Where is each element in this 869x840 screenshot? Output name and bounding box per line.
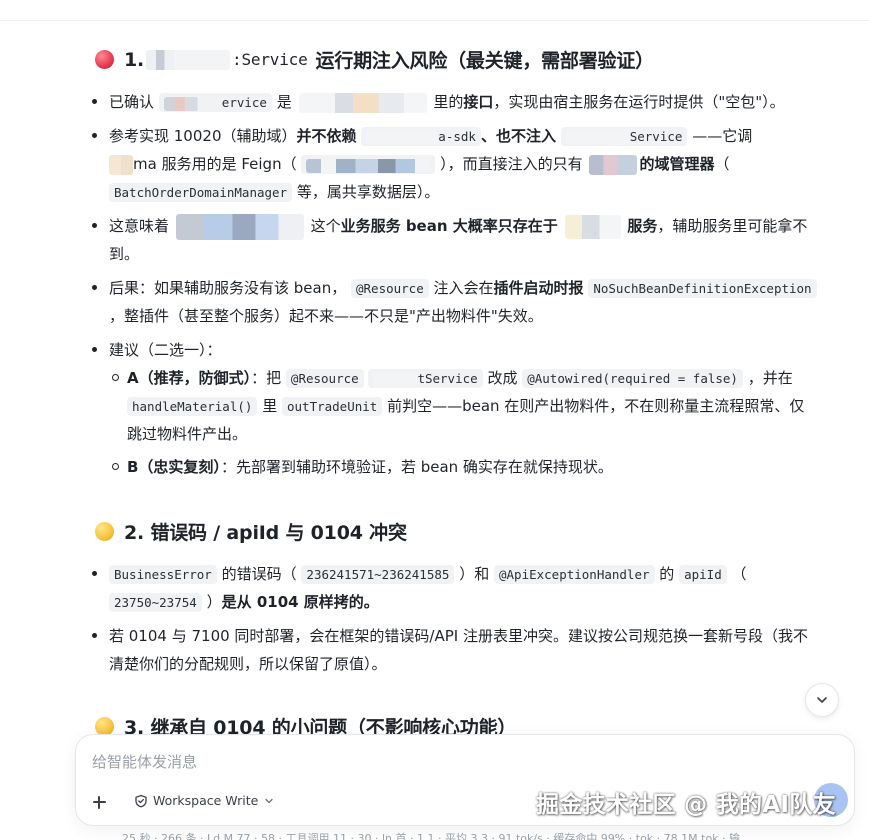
inline-code: outTradeUnit — [282, 397, 383, 416]
list-item-continued: 清楚你们的分配规则，所以保留了原值）。 — [109, 655, 387, 673]
bullet — [92, 571, 97, 576]
list-item-continued: BatchOrderDomainManager 等，属共享数据层）。 — [109, 178, 439, 207]
list-item: 已确认 ervice 是 里的接口，实现由宿主服务在运行时提供（"空包"）。 — [109, 92, 785, 113]
mode-label: Workspace Write — [153, 793, 259, 808]
redacted-text — [298, 92, 427, 113]
list-item: BusinessError 的错误码（ 236241571~236241585 … — [109, 560, 747, 589]
list-item: 这意味着 这个业务服务 bean 大概率只存在于 服务，辅助服务里可能拿不 — [109, 212, 807, 240]
redacted-text — [366, 130, 439, 145]
redacted-text — [146, 49, 231, 70]
inline-code: tService — [368, 369, 483, 388]
list-item-continued: ，整插件（甚至整个服务）起不来——不只是"产出物料件"失效。 — [109, 307, 543, 325]
redacted-text — [565, 130, 630, 145]
add-attachment-button[interactable] — [88, 791, 110, 813]
inline-code: BusinessError — [109, 565, 217, 584]
bullet — [92, 633, 97, 638]
inline-code: @Autowired(required = false) — [522, 369, 743, 388]
list-item: 建议（二选一）： — [109, 341, 222, 359]
redacted-text — [175, 213, 304, 240]
workspace-mode-dropdown[interactable]: Workspace Write — [134, 793, 274, 808]
inline-code: @ApiExceptionHandler — [494, 565, 655, 584]
list-item: 若 0104 与 7100 同时部署，会在框架的错误码/API 注册表里冲突。建… — [109, 627, 808, 645]
inline-code: @Resource — [351, 279, 429, 298]
message-input[interactable]: 给智能体发消息 — [92, 751, 197, 772]
section-3-heading: 3. 继承自 0104 的小问题（不影响核心功能） — [95, 713, 516, 736]
sub-list-item: A（推荐，防御式）：把 @Resource tService 改成 @Autow… — [127, 369, 793, 388]
inline-code: handleMaterial() — [127, 397, 258, 416]
redacted-text — [306, 158, 431, 173]
sub-list-item-continued: handleMaterial() 里 outTradeUnit 前判空——bea… — [127, 392, 804, 421]
redacted-text — [109, 154, 133, 175]
bullet — [92, 99, 97, 104]
list-item: 参考实现 10020（辅助域）并不依赖 a-sdk 、也不注入 Service —… — [109, 127, 753, 146]
scroll-to-bottom-button[interactable] — [805, 683, 839, 717]
inline-code: BatchOrderDomainManager — [109, 183, 293, 202]
redacted-text — [589, 154, 638, 175]
bullet — [92, 285, 97, 290]
inline-code: apiId — [679, 565, 727, 584]
sub-bullet — [112, 374, 119, 381]
list-item-continued: ma 服务用的是 Feign（ ），而直接注入的只有 的域管理器（ — [109, 150, 729, 179]
status-footer: 25 秒 · 266 条 · Ld M 77 · 58 · 工具调用 11 · … — [122, 832, 741, 840]
shield-icon — [135, 794, 147, 807]
yellow-circle-icon — [95, 522, 114, 541]
inline-code: @Resource — [285, 369, 364, 388]
section-2-heading: 2. 错误码 / apiId 与 0104 冲突 — [95, 518, 407, 545]
redacted-text — [564, 214, 621, 239]
redacted-text — [373, 372, 418, 387]
bullet — [92, 133, 97, 138]
bullet — [92, 347, 97, 352]
chevron-down-icon — [817, 697, 827, 703]
inline-code: 236241571~236241585 — [301, 565, 455, 584]
inline-code: ervice — [158, 93, 272, 112]
inline-code: NoSuchBeanDefinitionException — [588, 279, 817, 298]
section-1-heading: 1. :Service 运行期注入风险（最关键，需部署验证） — [95, 46, 654, 73]
inline-code — [301, 155, 436, 174]
inline-code: Service — [560, 127, 688, 146]
bullet — [92, 223, 97, 228]
watermark: 掘金技术社区 @ 我的AI队友 — [536, 792, 836, 818]
sub-list-item-continued: 跳过物料件产出。 — [127, 425, 248, 443]
list-item: 后果：如果辅助服务没有该 bean， @Resource 注入会在插件启动时报 … — [109, 274, 817, 303]
chevron-down-icon — [265, 798, 273, 803]
message-content: 1. :Service 运行期注入风险（最关键，需部署验证） 已确认 ervic… — [0, 0, 869, 736]
inline-code: a-sdk — [361, 127, 481, 146]
red-circle-icon — [95, 50, 114, 69]
inline-code: 23750~23754 — [109, 593, 202, 612]
sub-bullet — [112, 463, 119, 470]
sub-list-item: B（忠实复刻）：先部署到辅助环境验证，若 bean 确实存在就保持现状。 — [127, 458, 613, 476]
redacted-text — [163, 96, 222, 111]
list-item-continued: 到。 — [109, 245, 140, 263]
list-item-continued: 23750~23754 ）是从 0104 原样拷的。 — [109, 588, 379, 617]
